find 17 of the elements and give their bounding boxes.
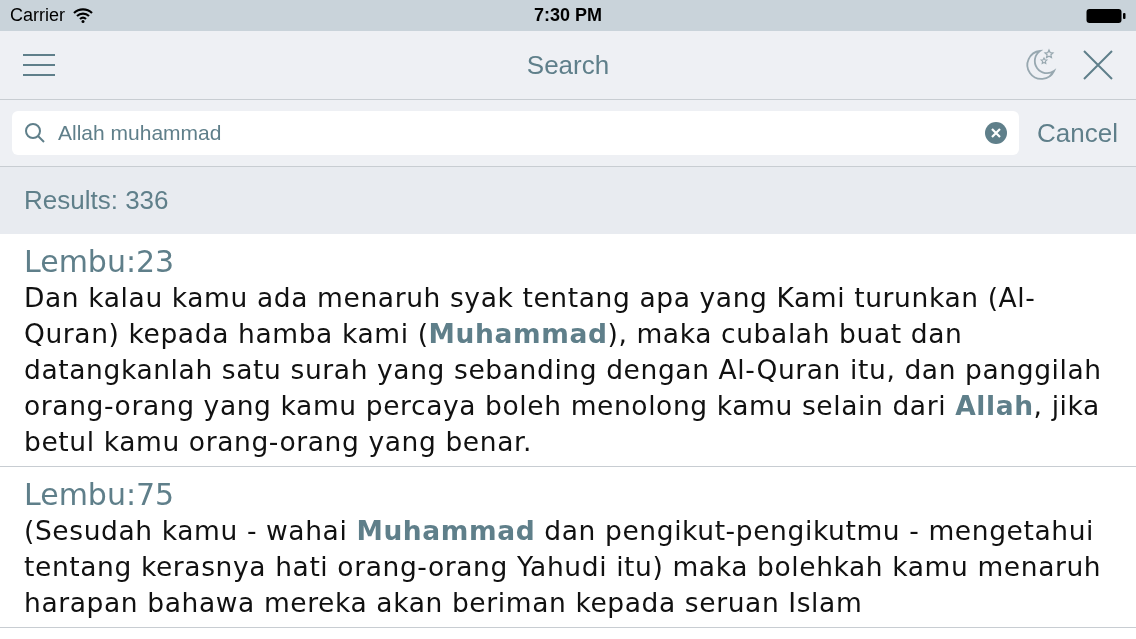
- menu-icon[interactable]: [22, 53, 56, 77]
- close-icon[interactable]: [1082, 49, 1114, 81]
- verse-reference[interactable]: Lembu:23: [24, 244, 175, 280]
- verse-text: (Sesudah kamu - wahai Muhammad dan pengikut-pengikutmu - mengetahui tentang kerasnya hati orang-orang Yahudi itu) maka bolehkah kamu menaruh harapan bahawa mereka akan beriman kepada seruan Islam: [24, 514, 1103, 620]
- battery-icon: [1086, 7, 1126, 24]
- carrier-label: Carrier: [10, 4, 65, 27]
- search-input[interactable]: Allah muhammad: [58, 117, 974, 149]
- clock-time: 7:30 PM: [534, 4, 602, 27]
- verse-reference[interactable]: Lembu:75: [24, 477, 175, 513]
- clear-icon[interactable]: [985, 122, 1008, 144]
- nav-title: Search: [526, 48, 610, 82]
- search-icon: [24, 122, 46, 144]
- results-count: Results: 336: [24, 184, 169, 217]
- cancel-button[interactable]: Cancel: [1037, 113, 1124, 153]
- search-field[interactable]: Allah muhammad: [12, 111, 1020, 155]
- wifi-icon: [73, 8, 93, 23]
- verse-text: Dan kalau kamu ada menaruh syak tentang apa yang Kami turunkan (Al-Quran) kepada hamba kami (Muhammad), maka cubalah buat dan datangkanlah satu surah yang sebanding dengan Al-Quran itu, dan panggilah orang-orang yang kamu percaya boleh menolong kamu selain dari Allah, jika betul kamu orang-orang yang benar.: [24, 281, 1103, 459]
